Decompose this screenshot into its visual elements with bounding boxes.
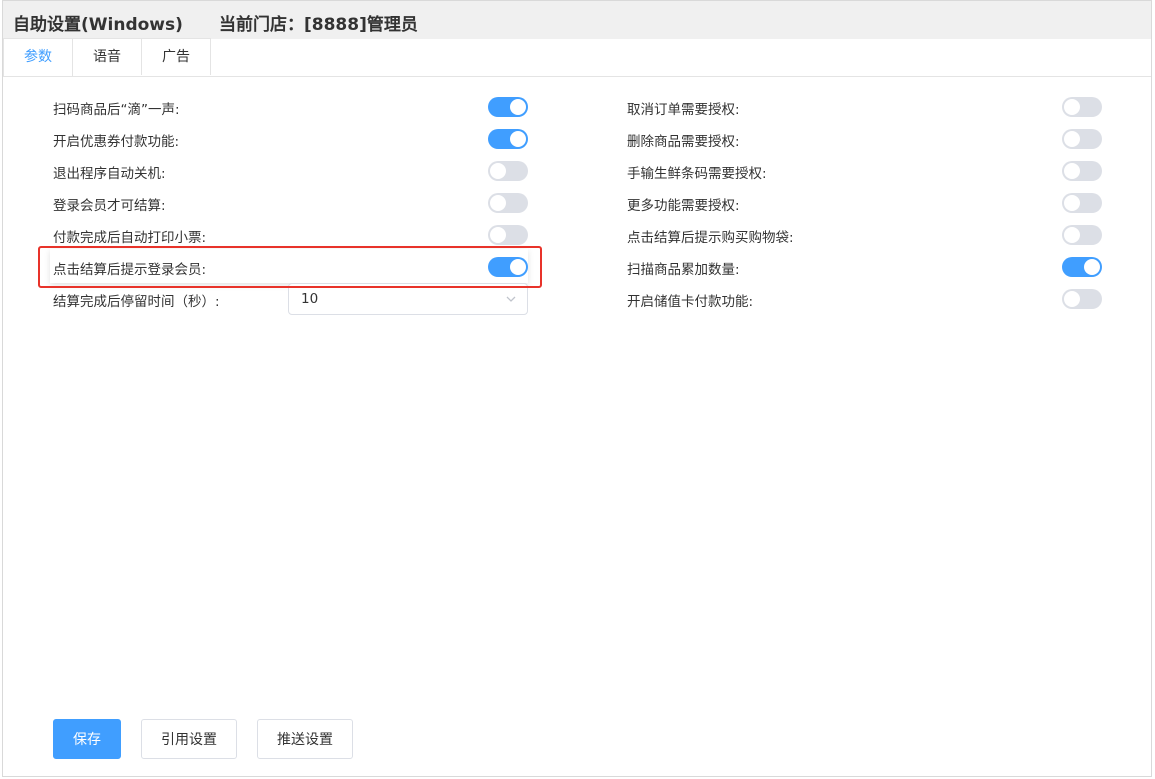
setting-label: 删除商品需要授权: <box>627 134 740 150</box>
setting-row-auto-print: 付款完成后自动打印小票: <box>53 225 533 246</box>
setting-row-coupon-pay: 开启优惠券付款功能: <box>53 129 533 150</box>
setting-label: 点击结算后提示购买购物袋: <box>627 230 794 246</box>
auto-shutdown-switch[interactable] <box>488 161 528 181</box>
setting-label: 手输生鲜条码需要授权: <box>627 166 767 182</box>
stay-time-value: 10 <box>301 291 319 307</box>
fresh-barcode-auth-switch[interactable] <box>1062 161 1102 181</box>
coupon-pay-switch[interactable] <box>488 129 528 149</box>
switch-knob <box>1064 195 1080 211</box>
setting-row-shopping-bag-prompt: 点击结算后提示购买购物袋: <box>627 225 1107 246</box>
tab-voice[interactable]: 语音 <box>72 38 142 75</box>
setting-label: 取消订单需要授权: <box>627 102 740 118</box>
setting-label: 扫码商品后“滴”一声: <box>53 102 180 118</box>
switch-knob <box>1064 131 1080 147</box>
setting-row-more-functions-auth: 更多功能需要授权: <box>627 193 1107 214</box>
highlight-annotation-box <box>38 246 542 288</box>
tab-ads[interactable]: 广告 <box>141 38 211 75</box>
setting-label: 付款完成后自动打印小票: <box>53 230 207 246</box>
setting-row-auto-shutdown: 退出程序自动关机: <box>53 161 533 182</box>
more-functions-auth-switch[interactable] <box>1062 193 1102 213</box>
tab-params[interactable]: 参数 <box>3 38 73 76</box>
setting-label: 登录会员才可结算: <box>53 198 166 214</box>
cancel-order-auth-switch[interactable] <box>1062 97 1102 117</box>
reference-settings-button[interactable]: 引用设置 <box>141 719 237 759</box>
switch-knob <box>490 163 506 179</box>
setting-label: 开启优惠券付款功能: <box>53 134 180 150</box>
save-button[interactable]: 保存 <box>53 719 121 759</box>
member-required-switch[interactable] <box>488 193 528 213</box>
setting-row-stored-card-pay: 开启储值卡付款功能: <box>627 289 1107 310</box>
page-title: 自助设置(Windows) <box>13 15 183 35</box>
push-settings-button[interactable]: 推送设置 <box>257 719 353 759</box>
title-bar: 自助设置(Windows) 当前门店：[8888]管理员 <box>3 1 1151 40</box>
switch-knob <box>1084 259 1100 275</box>
chevron-down-icon <box>506 296 516 302</box>
stored-card-pay-switch[interactable] <box>1062 289 1102 309</box>
stay-time-label: 结算完成后停留时间（秒）: <box>53 294 220 310</box>
scan-beep-switch[interactable] <box>488 97 528 117</box>
setting-label: 扫描商品累加数量: <box>627 262 740 278</box>
setting-row-delete-item-auth: 删除商品需要授权: <box>627 129 1107 150</box>
switch-knob <box>490 227 506 243</box>
switch-knob <box>510 99 526 115</box>
switch-knob <box>1064 163 1080 179</box>
accumulate-qty-switch[interactable] <box>1062 257 1102 277</box>
delete-item-auth-switch[interactable] <box>1062 129 1102 149</box>
setting-row-scan-beep: 扫码商品后“滴”一声: <box>53 97 533 118</box>
switch-knob <box>1064 291 1080 307</box>
setting-row-cancel-order-auth: 取消订单需要授权: <box>627 97 1107 118</box>
shopping-bag-prompt-switch[interactable] <box>1062 225 1102 245</box>
auto-print-switch[interactable] <box>488 225 528 245</box>
setting-row-member-required: 登录会员才可结算: <box>53 193 533 214</box>
switch-knob <box>1064 99 1080 115</box>
setting-label: 开启储值卡付款功能: <box>627 294 754 310</box>
setting-label: 退出程序自动关机: <box>53 166 166 182</box>
setting-row-accumulate-qty: 扫描商品累加数量: <box>627 257 1107 278</box>
setting-row-stay-time: 结算完成后停留时间（秒）: <box>53 289 293 310</box>
switch-knob <box>490 195 506 211</box>
switch-knob <box>1064 227 1080 243</box>
current-store-label: 当前门店：[8888]管理员 <box>219 15 418 35</box>
setting-row-fresh-barcode-auth: 手输生鲜条码需要授权: <box>627 161 1107 182</box>
switch-knob <box>510 131 526 147</box>
setting-label: 更多功能需要授权: <box>627 198 740 214</box>
tab-bar: 参数 语音 广告 <box>3 38 1151 77</box>
